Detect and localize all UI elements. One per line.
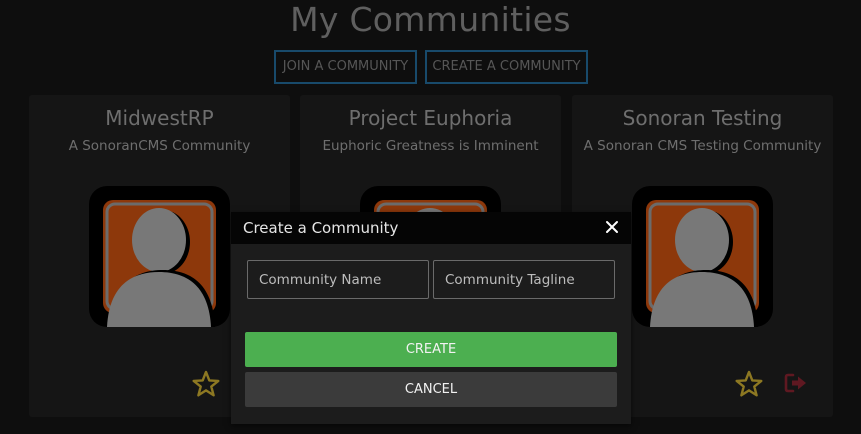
dialog-title: Create a Community: [243, 219, 399, 237]
create-community-dialog: Create a Community CREATE CANCEL: [231, 212, 631, 424]
close-icon: [606, 221, 618, 233]
community-name-input[interactable]: [247, 260, 429, 299]
close-dialog-button[interactable]: [603, 218, 621, 236]
cancel-button[interactable]: CANCEL: [245, 372, 617, 407]
dialog-header: Create a Community: [231, 212, 631, 244]
create-button[interactable]: CREATE: [245, 332, 617, 367]
page: My Communities JOIN A COMMUNITY CREATE A…: [0, 0, 861, 434]
community-tagline-input[interactable]: [433, 260, 615, 299]
